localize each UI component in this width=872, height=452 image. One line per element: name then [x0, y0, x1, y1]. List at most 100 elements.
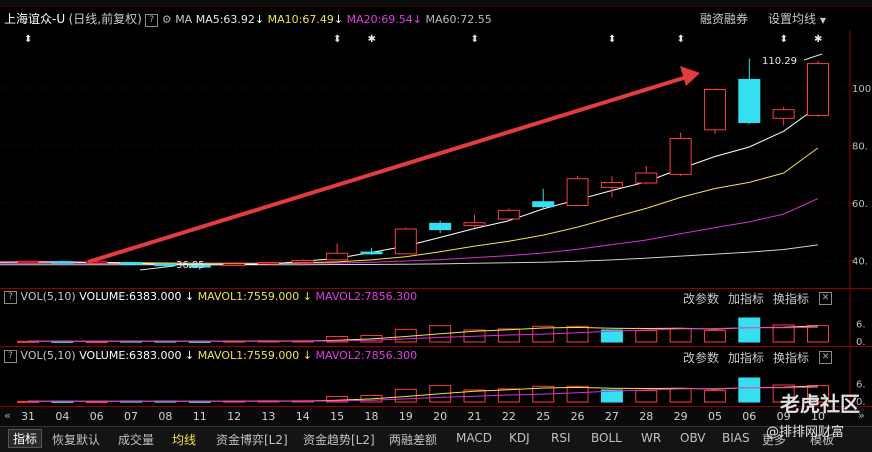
indicator-tabs: 指标 恢复默认 成交量 均线 资金博弈[L2] 资金趋势[L2] 两融差额 MACD KDJ RS… — [0, 426, 872, 452]
y-tick-label: 40. — [852, 257, 868, 268]
tab-6[interactable]: 两融差额 — [389, 431, 437, 448]
tab-12[interactable]: OBV — [680, 431, 706, 445]
tab-11[interactable]: WR — [641, 431, 661, 445]
date-label: 06 — [89, 410, 104, 423]
watermark-sub: @排排网财富 — [766, 421, 844, 440]
date-label: 25 — [536, 410, 551, 423]
vol-y-tick-label: 6. — [856, 320, 866, 331]
date-label: 07 — [124, 410, 139, 423]
candle-body — [497, 209, 520, 220]
watermark-line1: 老虎社区 — [780, 392, 860, 416]
kline-annotations: 110.29 36.85 — [87, 53, 823, 271]
tab-7[interactable]: MACD — [456, 431, 492, 445]
candle-body — [669, 137, 692, 175]
date-label: 21 — [467, 410, 482, 423]
event-marker-icon: ⬍ — [608, 34, 616, 45]
high-price-pointer — [803, 53, 823, 61]
y-tick-label: 80. — [852, 142, 868, 153]
candle-body — [154, 263, 177, 267]
candle-body — [463, 222, 486, 227]
volume-bar — [566, 385, 589, 403]
vol-pane-1[interactable]: ? VOL(5,10) VOLUME:6383.000 ↓ MAVOL1:755… — [0, 288, 872, 347]
kline-pane[interactable]: 上海谊众-U (日线,前复权) ? ⚙ MA MA5:63.92↓ MA10:6… — [0, 6, 872, 289]
tab-13[interactable]: BIAS — [722, 431, 750, 445]
tab-2[interactable]: 成交量 — [118, 431, 154, 448]
date-label: 28 — [639, 410, 654, 423]
candle-body — [772, 109, 795, 119]
watermark: 老虎社区 — [780, 388, 860, 417]
candle-body — [360, 251, 383, 255]
event-marker-icon: ✱ — [814, 34, 822, 45]
candle-body — [17, 260, 39, 264]
vol-y-tick-label: 0. — [856, 337, 866, 346]
event-marker-icon: ⬍ — [677, 34, 685, 45]
date-label: 20 — [433, 410, 448, 423]
vol-svg-2: 6.0. — [17, 346, 866, 406]
y-tick-label: 100. — [852, 84, 872, 95]
vol-pane-2[interactable]: ? VOL(5,10) VOLUME:6383.000 ↓ MAVOL1:755… — [0, 346, 872, 407]
trend-arrow-head-icon — [680, 66, 700, 86]
volume-bar — [635, 390, 658, 403]
date-label: 27 — [604, 410, 619, 423]
tab-9[interactable]: RSI — [551, 431, 571, 445]
tab-5[interactable]: 资金趋势[L2] — [303, 431, 375, 448]
scroll-left-icon[interactable]: « — [4, 409, 11, 422]
event-marker-icon: ⬍ — [333, 34, 341, 45]
tab-10[interactable]: BOLL — [591, 431, 622, 445]
date-label: 12 — [227, 410, 242, 423]
candle-body — [120, 261, 143, 265]
event-marker-icon: ✱ — [367, 34, 375, 45]
volume-bar — [738, 377, 761, 403]
volume-bar — [566, 325, 589, 343]
mavol2-line — [28, 326, 819, 342]
date-label: 04 — [55, 410, 70, 423]
date-label: 31 — [21, 410, 35, 423]
candle-body — [223, 263, 246, 267]
trend-arrow-line — [87, 74, 691, 264]
candle-body — [429, 222, 452, 231]
event-marker-icon: ⬍ — [471, 34, 479, 45]
candle-body — [326, 252, 349, 261]
tab-4[interactable]: 资金博弈[L2] — [216, 431, 288, 448]
tab-0[interactable]: 指标 — [8, 429, 43, 448]
volume-bar — [738, 317, 761, 343]
volume-bar — [807, 325, 829, 343]
candle-body — [257, 261, 280, 265]
high-price-label: 110.29 — [762, 56, 797, 67]
tab-3[interactable]: 均线 — [172, 431, 196, 448]
date-label: 15 — [330, 410, 345, 423]
date-label: 11 — [192, 410, 207, 423]
date-label: 29 — [673, 410, 688, 423]
tab-8[interactable]: KDJ — [509, 431, 530, 445]
volume-bar — [669, 327, 692, 343]
y-tick-label: 60. — [852, 199, 868, 210]
kline-event-markers: ⬍ ⬍ ✱ ⬍ ⬍ ⬍ ⬍ ✱ — [24, 34, 822, 45]
date-label: 06 — [742, 410, 757, 423]
tab-1[interactable]: 恢复默认 — [52, 431, 100, 448]
candle-body — [600, 181, 623, 188]
date-axis: « 31 04 06 07 08 11 12 13 14 15 18 19 20 21 22 25 26 27 28… — [0, 406, 872, 427]
date-label: 08 — [158, 410, 173, 423]
candle-body — [807, 63, 829, 116]
date-label: 18 — [364, 410, 379, 423]
candle-body — [635, 172, 658, 184]
date-label: 26 — [570, 410, 585, 423]
kline-candles — [17, 58, 829, 270]
kline-svg: 40. 60. 80. 100. ⬍ ⬍ ✱ ⬍ ⬍ ⬍ ⬍ ✱ 110.29 36.85 — [0, 30, 872, 288]
candle-body — [51, 261, 74, 264]
candle-body — [532, 201, 555, 208]
low-price-label: 36.85 — [176, 260, 205, 271]
date-label: 13 — [261, 410, 276, 423]
date-label: 19 — [398, 410, 413, 423]
volume-bar — [669, 387, 692, 403]
date-label: 14 — [295, 410, 310, 423]
candle-body — [738, 78, 761, 124]
watermark-line2: @排排网财富 — [766, 425, 845, 440]
volume-bar — [635, 330, 658, 343]
vol-svg-1: 6. 0. — [17, 288, 866, 346]
volume-bar — [703, 330, 726, 343]
low-price-pointer — [139, 265, 175, 271]
mavol2-line — [28, 386, 819, 402]
candle-body — [394, 228, 417, 255]
volume-bar — [703, 390, 726, 403]
